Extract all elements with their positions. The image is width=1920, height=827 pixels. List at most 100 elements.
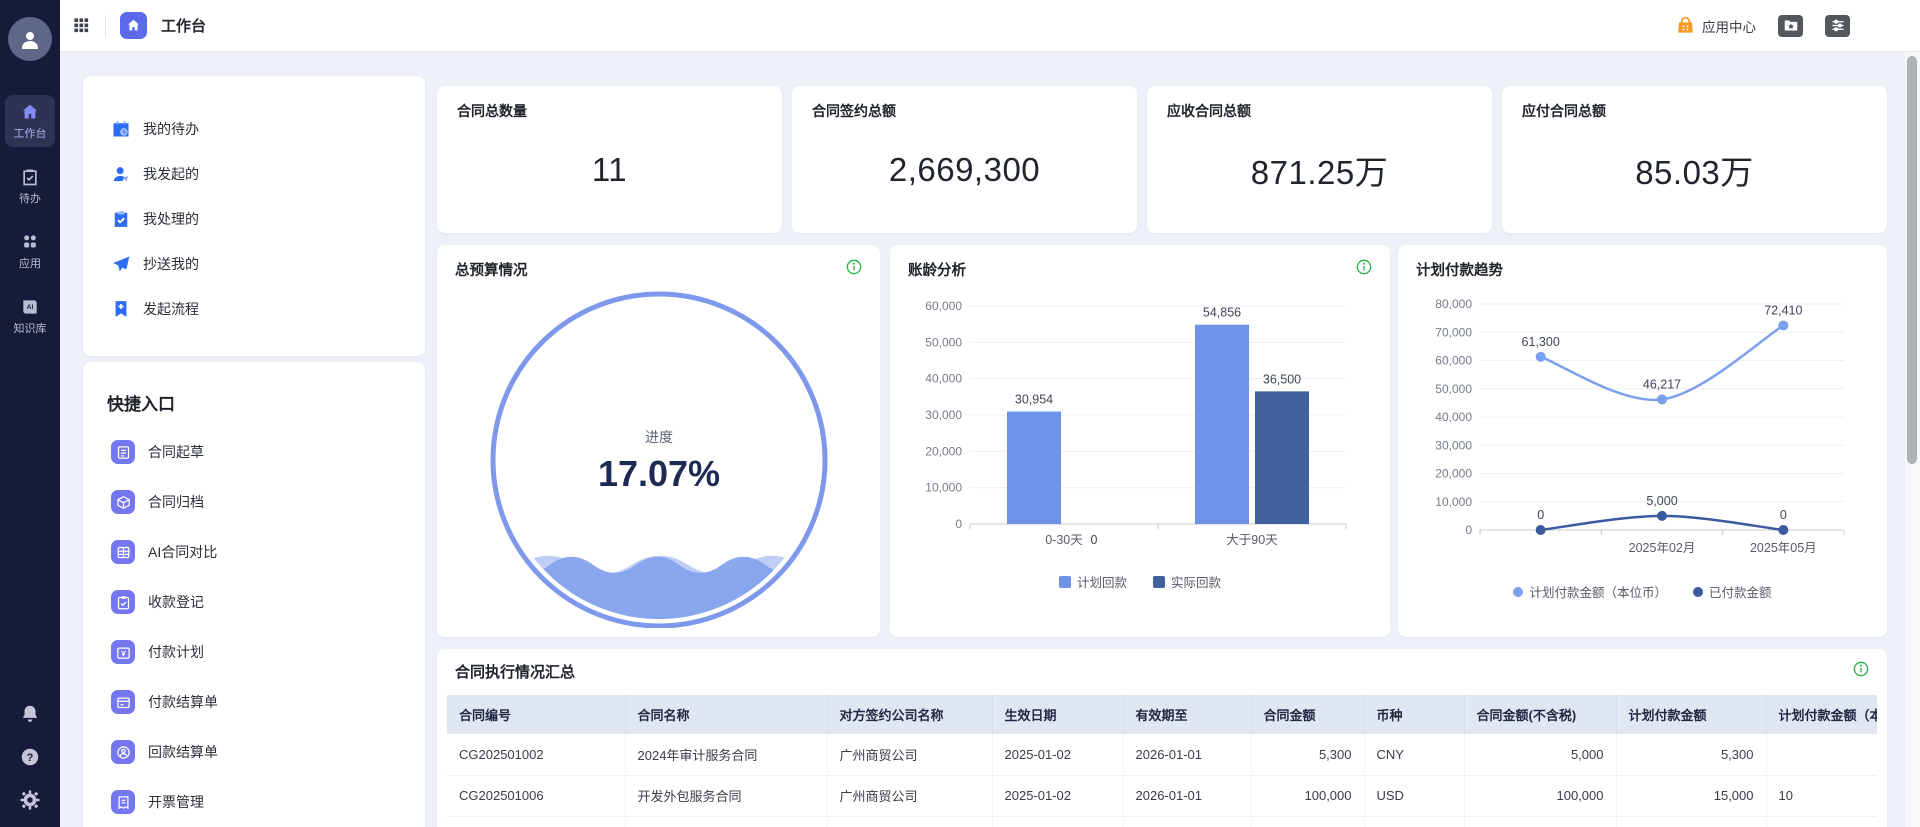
- favorites-folder-button[interactable]: [1778, 15, 1803, 37]
- table-row[interactable]: CG2025010022024年审计服务合同广州商贸公司2025-01-0220…: [447, 734, 1877, 775]
- sliders-icon: [1830, 18, 1846, 33]
- svg-text:30,954: 30,954: [1015, 393, 1053, 407]
- svg-text:0-30天: 0-30天: [1045, 533, 1083, 547]
- quick-entry-item[interactable]: 付款计划: [107, 627, 401, 677]
- svg-text:72,410: 72,410: [1764, 303, 1802, 317]
- folder-star-icon: [1783, 18, 1799, 33]
- rail-item[interactable]: 应用: [5, 225, 55, 277]
- rail-item[interactable]: AI 知识库: [5, 290, 55, 342]
- contract-summary-card: 合同执行情况汇总 合同编号合同名称对方签约公司名称生效日期有效期至合同金额币种合…: [437, 649, 1887, 827]
- gear-icon[interactable]: [19, 789, 41, 811]
- table-row[interactable]: CG202501006开发外包服务合同广州商贸公司2025-01-022026-…: [447, 775, 1877, 816]
- quick-entry-label: 付款计划: [148, 642, 204, 662]
- table-cell: CG202501006: [447, 775, 625, 816]
- rail-item-label: 应用: [19, 255, 41, 271]
- stat-value: 11: [457, 121, 762, 218]
- quick-entry-item[interactable]: 开票管理: [107, 777, 401, 827]
- table-cell: 100,000: [1251, 775, 1364, 816]
- user-icon: [18, 27, 42, 51]
- avatar[interactable]: [8, 17, 52, 61]
- legend-item[interactable]: 计划回款: [1059, 572, 1127, 591]
- legend-item[interactable]: 实际回款: [1153, 572, 1221, 591]
- chart-title: 总预算情况: [455, 259, 528, 280]
- table-cell: 5,300: [1616, 734, 1766, 775]
- settings-list-button[interactable]: [1825, 15, 1850, 37]
- legend-item[interactable]: 计划付款金额（本位币）: [1513, 582, 1667, 601]
- table-cell: 2024年审计服务合同: [625, 734, 827, 775]
- todo-menu-item[interactable]: 我的待办: [111, 106, 397, 151]
- todo-menu-item[interactable]: 抄送我的: [111, 241, 397, 286]
- table-cell: 开发外包服务合同: [625, 775, 827, 816]
- bar-chart-legend: 计划回款 实际回款: [908, 572, 1372, 591]
- table-cell: [1251, 816, 1364, 827]
- quick-entry-item[interactable]: 合同归档: [107, 477, 401, 527]
- table-cell: 5,300: [1251, 734, 1364, 775]
- chart-title: 账龄分析: [908, 259, 966, 280]
- table-cell: 2025-01-02: [992, 734, 1123, 775]
- budget-gauge-card: 总预算情况 进度17.07%: [437, 245, 880, 637]
- quick-entry-item[interactable]: 合同起草: [107, 427, 401, 477]
- stat-label: 应收合同总额: [1167, 101, 1472, 121]
- rail-item-label: 知识库: [14, 320, 47, 336]
- quick-entry-label: 回款结算单: [148, 742, 218, 762]
- info-icon[interactable]: [846, 259, 862, 275]
- aging-bar-chart: 010,00020,00030,00040,00050,00060,00030,…: [908, 280, 1372, 570]
- svg-text:20,000: 20,000: [925, 444, 962, 458]
- table-cell: [1616, 816, 1766, 827]
- info-icon[interactable]: [1356, 259, 1372, 275]
- table-cell: 2026-01-01: [1123, 734, 1251, 775]
- stat-card-payable-total: 应付合同总额 85.03万: [1502, 86, 1887, 233]
- todo-menu-item[interactable]: 发起流程: [111, 286, 397, 331]
- quick-entry-item[interactable]: 收款登记: [107, 577, 401, 627]
- svg-text:2025年05月: 2025年05月: [1750, 541, 1817, 555]
- svg-text:60,000: 60,000: [1435, 354, 1472, 368]
- column-header: 计划付款金额: [1616, 695, 1766, 734]
- svg-text:36,500: 36,500: [1263, 372, 1301, 386]
- todo-menu-item[interactable]: 我处理的: [111, 196, 397, 241]
- table-row[interactable]: 新项目-设备采购合同广州商贸公司: [447, 816, 1877, 827]
- stat-card-contract-count: 合同总数量 11: [437, 86, 782, 233]
- rail-item-icon: [20, 167, 40, 187]
- table-cell: [447, 816, 625, 827]
- rail-item[interactable]: 待办: [5, 160, 55, 212]
- quick-entry-item[interactable]: AI合同对比: [107, 527, 401, 577]
- todo-item-icon: [111, 209, 131, 229]
- help-icon[interactable]: ?: [19, 746, 41, 768]
- shopping-bag-icon: [1676, 16, 1695, 35]
- legend-item[interactable]: 已付款金额: [1693, 582, 1772, 601]
- quick-entry-icon: [111, 490, 135, 514]
- stat-value: 2,669,300: [812, 121, 1117, 218]
- payment-trend-line-chart: 010,00020,00030,00040,00050,00060,00070,…: [1416, 280, 1869, 580]
- svg-text:10,000: 10,000: [1435, 495, 1472, 509]
- info-icon[interactable]: [1853, 661, 1869, 677]
- page-scrollbar-thumb[interactable]: [1907, 56, 1917, 464]
- todo-menu-item[interactable]: 我发起的: [111, 151, 397, 196]
- payment-trend-card: 计划付款趋势 010,00020,00030,00040,00050,00060…: [1398, 245, 1887, 637]
- chart-title: 计划付款趋势: [1416, 259, 1503, 280]
- svg-text:进度: 进度: [645, 429, 673, 445]
- app-center-button[interactable]: 应用中心: [1676, 16, 1756, 36]
- table-cell: [1364, 816, 1464, 827]
- svg-text:2025年02月: 2025年02月: [1629, 541, 1696, 555]
- quick-entry-item[interactable]: 回款结算单: [107, 727, 401, 777]
- table-cell: 广州商贸公司: [827, 734, 992, 775]
- column-header: 对方签约公司名称: [827, 695, 992, 734]
- table-cell: USD: [1364, 775, 1464, 816]
- workbench-app-icon[interactable]: [120, 12, 147, 39]
- app-grid-icon[interactable]: [72, 16, 91, 35]
- page-scrollbar-track[interactable]: [1905, 52, 1920, 827]
- bell-icon[interactable]: [19, 703, 41, 725]
- svg-text:?: ?: [27, 752, 34, 764]
- svg-text:大于90天: 大于90天: [1226, 533, 1278, 547]
- svg-text:60,000: 60,000: [925, 299, 962, 313]
- app-center-label: 应用中心: [1702, 16, 1756, 36]
- todo-panel: 我的待办 我发起的 我处理的 抄送我的 发起流程: [83, 76, 425, 356]
- svg-text:0: 0: [1537, 508, 1544, 522]
- quick-entry-icon: [111, 540, 135, 564]
- svg-text:AI: AI: [27, 304, 34, 311]
- rail-item[interactable]: 工作台: [5, 95, 55, 147]
- rail-nav: 工作台 待办 应用 AI 知识库: [5, 95, 55, 342]
- quick-entry-item[interactable]: 付款结算单: [107, 677, 401, 727]
- column-header: 合同金额(不含税): [1464, 695, 1616, 734]
- quick-entry-label: 开票管理: [148, 792, 204, 812]
